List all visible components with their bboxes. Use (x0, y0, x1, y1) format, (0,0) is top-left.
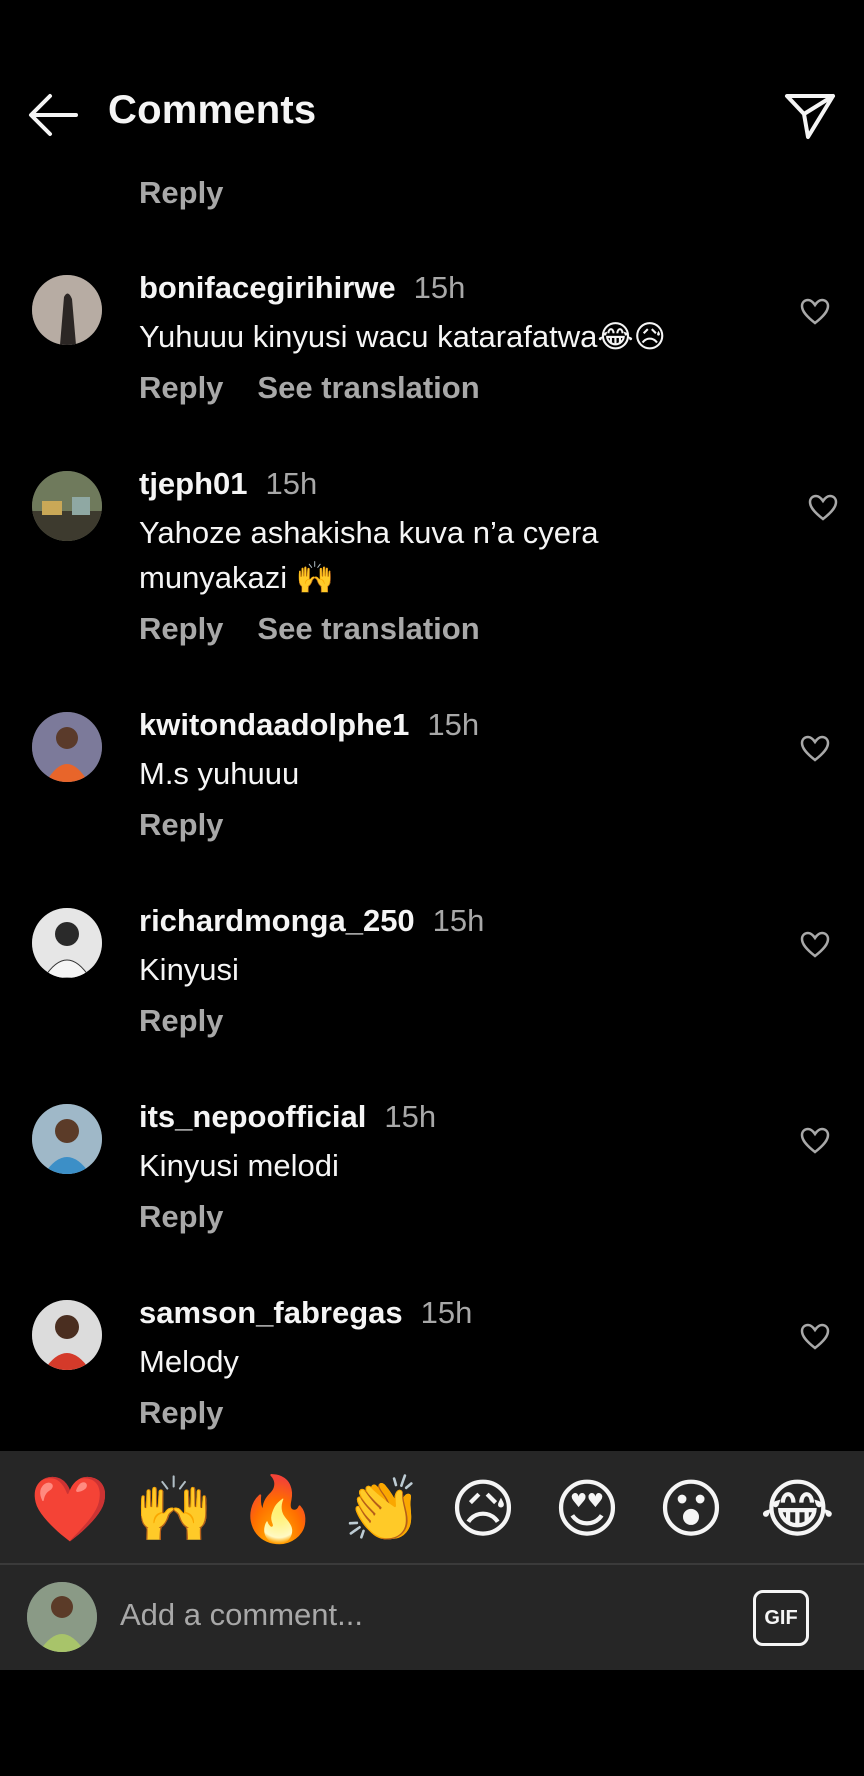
comment-text: M.s yuhuuu (139, 756, 300, 791)
avatar[interactable] (32, 275, 102, 345)
heart-icon[interactable] (800, 1323, 830, 1351)
timestamp: 15h (427, 707, 480, 742)
comment-text: Kinyusi melodi (139, 1148, 339, 1183)
back-arrow-icon[interactable] (26, 92, 80, 138)
comment-meta: bonifacegirihirwe 15h (139, 270, 465, 306)
reply-button[interactable]: Reply (139, 1395, 223, 1430)
avatar[interactable] (32, 471, 102, 541)
comment-text: Kinyusi (139, 952, 239, 987)
emoji-fire[interactable]: 🔥 (238, 1473, 318, 1545)
comment-actions: Reply See translation (139, 370, 480, 406)
gif-button[interactable]: GIF (753, 1590, 809, 1646)
avatar[interactable] (32, 712, 102, 782)
emoji-sad-face[interactable]: 😥 (447, 1473, 519, 1545)
emoji-raising-hands[interactable]: 🙌 (134, 1473, 214, 1545)
comment-meta: tjeph01 15h (139, 466, 317, 502)
emoji-clapping-hands[interactable]: 👏 (343, 1473, 423, 1545)
comment-input[interactable]: Add a comment... (120, 1597, 363, 1633)
heart-icon[interactable] (800, 1127, 830, 1155)
send-icon[interactable] (784, 92, 836, 140)
username[interactable]: kwitondaadolphe1 (139, 707, 409, 742)
timestamp: 15h (265, 466, 318, 501)
comment-actions: Reply (139, 1199, 223, 1235)
comment-composer: Add a comment... GIF (0, 1565, 864, 1670)
avatar[interactable] (32, 1104, 102, 1174)
heart-icon[interactable] (808, 494, 838, 522)
username[interactable]: bonifacegirihirwe (139, 270, 396, 305)
reply-button[interactable]: Reply (139, 807, 223, 842)
comment-actions: Reply (139, 1003, 223, 1039)
heart-icon[interactable] (800, 298, 830, 326)
emoji-bar: ❤️ 🙌 🔥 👏 😥 😍 😮 😂 (0, 1451, 864, 1563)
emoji-red-heart[interactable]: ❤️ (30, 1473, 110, 1545)
timestamp: 15h (413, 270, 466, 305)
comment-actions: Reply (139, 807, 223, 843)
timestamp: 15h (384, 1099, 437, 1134)
header-bar: Comments (0, 70, 864, 160)
username[interactable]: richardmonga_250 (139, 903, 415, 938)
heart-icon[interactable] (800, 931, 830, 959)
username[interactable]: its_nepoofficial (139, 1099, 366, 1134)
comment-meta: kwitondaadolphe1 15h (139, 707, 479, 743)
reply-button[interactable]: Reply (139, 1199, 223, 1234)
avatar[interactable] (32, 908, 102, 978)
avatar[interactable] (32, 1300, 102, 1370)
my-avatar (27, 1582, 97, 1652)
comment-text: Yahoze ashakisha kuva n’a cyera munyakaz… (139, 515, 599, 595)
comment-text: Yuhuuu kinyusi wacu katarafatwa😂😥 (139, 319, 666, 354)
comment-text: Melody (139, 1344, 239, 1379)
username[interactable]: tjeph01 (139, 466, 248, 501)
reply-button[interactable]: Reply (139, 175, 223, 211)
comment-meta: richardmonga_250 15h (139, 903, 484, 939)
comment-meta: its_nepoofficial 15h (139, 1099, 436, 1135)
timestamp: 15h (420, 1295, 473, 1330)
comment-meta: samson_fabregas 15h (139, 1295, 472, 1331)
emoji-surprised-face[interactable]: 😮 (655, 1473, 727, 1545)
heart-icon[interactable] (800, 735, 830, 763)
comment-actions: Reply See translation (139, 611, 480, 647)
reply-button[interactable]: Reply (139, 611, 223, 646)
see-translation-button[interactable]: See translation (257, 370, 479, 405)
emoji-tears-of-joy[interactable]: 😂 (760, 1473, 835, 1545)
comment-actions: Reply (139, 1395, 223, 1431)
reply-button[interactable]: Reply (139, 1003, 223, 1038)
see-translation-button[interactable]: See translation (257, 611, 479, 646)
username[interactable]: samson_fabregas (139, 1295, 403, 1330)
reply-button[interactable]: Reply (139, 370, 223, 405)
emoji-heart-eyes[interactable]: 😍 (551, 1473, 623, 1545)
timestamp: 15h (432, 903, 485, 938)
page-title: Comments (108, 88, 317, 132)
